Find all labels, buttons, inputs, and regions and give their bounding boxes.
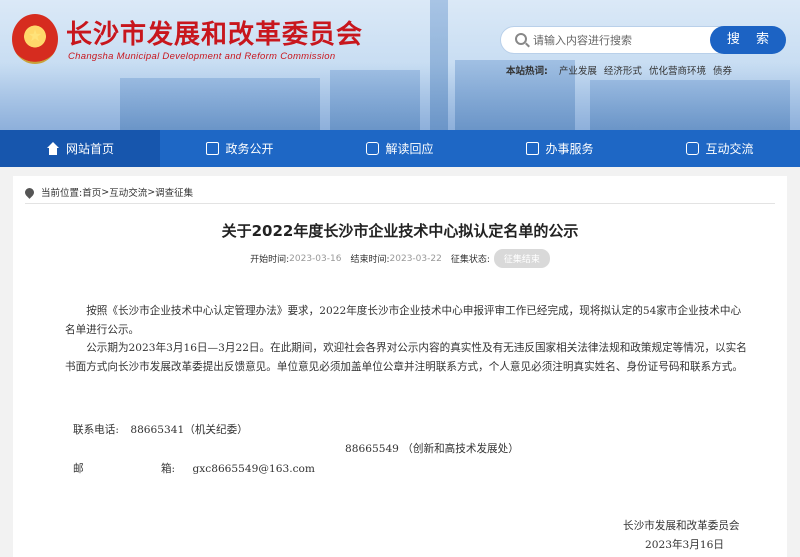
search-bar: 搜 索: [500, 26, 786, 54]
search-icon: [515, 33, 527, 45]
contact-phone-label: 联系电话:: [73, 424, 119, 436]
banner-tower: [430, 0, 448, 130]
breadcrumb-separator: >: [101, 186, 110, 198]
email-value[interactable]: gxc8665549@163.com: [193, 463, 315, 475]
email-label-part1: 邮: [73, 463, 84, 475]
article-paragraph: 公示期为2023年3月16日—3月22日。在此期间，欢迎社会各界对公示内容的真实…: [65, 342, 747, 373]
contact-phone-1: 88665341（机关纪委）: [130, 424, 248, 436]
hotword-link[interactable]: 经济形式: [604, 66, 642, 77]
hotword-link[interactable]: 产业发展: [559, 66, 597, 77]
hotwords-label: 本站热词:: [506, 66, 548, 77]
nav-item-services[interactable]: 办事服务: [480, 130, 640, 167]
hotword-link[interactable]: 债券: [713, 66, 732, 77]
signature-org: 长沙市发展和改革委员会: [623, 520, 740, 532]
site-subtitle: Changsha Municipal Development and Refor…: [68, 51, 336, 62]
nav-item-label: 办事服务: [545, 142, 594, 156]
national-emblem-icon: ★: [12, 14, 58, 64]
content-panel: 当前位置: 首页 > 互动交流 > 调查征集 关于2022年度长沙市企业技术中心…: [13, 176, 787, 557]
location-icon: [23, 185, 36, 199]
email-label-part2: 箱:: [160, 463, 176, 475]
breadcrumb-separator: >: [147, 186, 156, 198]
signature-date: 2023年3月16日: [645, 539, 724, 551]
end-time-label: 结束时间:: [350, 255, 390, 265]
banner-building: [590, 80, 790, 130]
breadcrumb: 当前位置: 首页 > 互动交流 > 调查征集: [23, 185, 193, 199]
article-body: 按照《长沙市企业技术中心认定管理办法》要求，2022年度长沙市企业技术中心申报评…: [65, 302, 751, 376]
nav-item-home[interactable]: 网站首页: [0, 130, 160, 167]
nav-item-government-affairs[interactable]: 政务公开: [160, 130, 320, 167]
banner-building: [330, 70, 420, 130]
breadcrumb-link-home[interactable]: 首页: [82, 185, 101, 199]
breadcrumb-link-survey[interactable]: 调查征集: [155, 185, 193, 199]
nav-item-label: 互动交流: [705, 142, 754, 156]
document-icon: [206, 142, 220, 155]
main-nav: 网站首页 政务公开 解读回应 办事服务 互动交流: [0, 130, 800, 167]
message-icon: [686, 142, 700, 155]
nav-item-label: 解读回应: [385, 142, 434, 156]
page-title: 关于2022年度长沙市企业技术中心拟认定名单的公示: [221, 222, 579, 240]
hotwords: 本站热词: 产业发展 经济形式 优化营商环境 债券: [506, 63, 736, 77]
contact-phone-line: 联系电话: 88665341（机关纪委）: [73, 422, 248, 437]
start-time-label: 开始时间:: [250, 255, 290, 265]
home-icon: [46, 141, 60, 156]
chat-icon: [366, 142, 380, 155]
status-label: 征集状态:: [450, 255, 490, 265]
divider: [25, 203, 775, 204]
site-title: 长沙市发展和改革委员会: [66, 20, 364, 50]
contact-phone-2: 88665549 （创新和高技术发展处）: [345, 443, 519, 455]
contact-email-line: 邮 箱: gxc8665549@163.com: [73, 461, 315, 476]
article-paragraph: 按照《长沙市企业技术中心认定管理办法》要求，2022年度长沙市企业技术中心申报评…: [65, 305, 742, 336]
nav-item-interpretation[interactable]: 解读回应: [320, 130, 480, 167]
breadcrumb-link-interaction[interactable]: 互动交流: [109, 185, 147, 199]
status-badge: 征集结束: [493, 249, 550, 268]
hotword-link[interactable]: 优化营商环境: [649, 66, 706, 77]
end-time-value: 2023-03-22: [389, 253, 442, 264]
search-button[interactable]: 搜 索: [710, 26, 786, 54]
start-time-value: 2023-03-16: [289, 253, 342, 264]
article-meta: 开始时间: 2023-03-16 结束时间: 2023-03-22 征集状态: …: [13, 249, 787, 268]
play-screen-icon: [526, 142, 540, 155]
site-header: ★ 长沙市发展和改革委员会 Changsha Municipal Develop…: [0, 0, 800, 130]
breadcrumb-prefix: 当前位置:: [41, 188, 83, 199]
nav-item-interaction[interactable]: 互动交流: [640, 130, 800, 167]
search-input[interactable]: [533, 30, 703, 50]
banner-building: [120, 78, 320, 130]
nav-item-label: 网站首页: [65, 142, 114, 156]
nav-item-label: 政务公开: [225, 142, 274, 156]
